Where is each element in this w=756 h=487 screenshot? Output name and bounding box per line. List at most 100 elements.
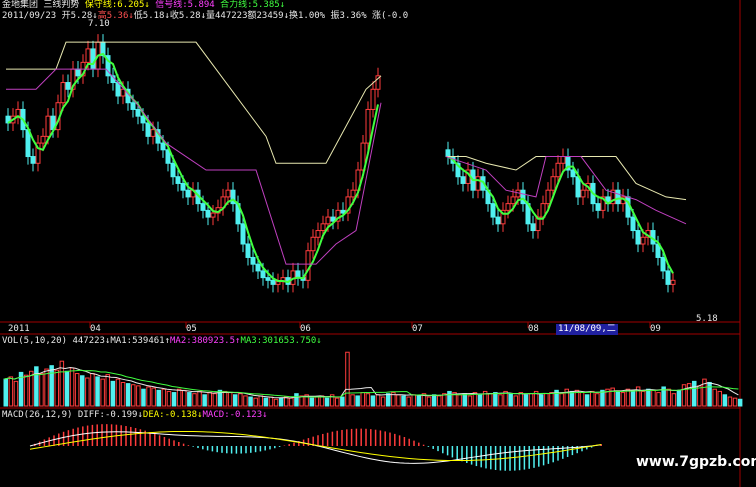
volume-indicator-1: 447223↓ xyxy=(67,336,111,346)
candle-body xyxy=(665,270,671,285)
volume-bar xyxy=(406,396,411,407)
volume-bar xyxy=(355,395,360,407)
volume-bar xyxy=(294,393,299,407)
volume-bar xyxy=(258,395,263,407)
volume-bar xyxy=(737,398,743,407)
volume-bar xyxy=(579,392,585,407)
volume-bar xyxy=(166,390,172,407)
volume-bar xyxy=(539,394,544,407)
volume-bar xyxy=(625,388,631,407)
volume-bar xyxy=(268,396,274,407)
candle-body xyxy=(595,203,601,211)
volume-bar xyxy=(176,388,182,407)
candle-body xyxy=(130,102,136,110)
quote-item-7: ↓换1.00% xyxy=(283,11,326,21)
volume-bar xyxy=(462,393,467,407)
volume-bar xyxy=(717,390,722,407)
volume-bar xyxy=(54,369,59,407)
candle-body xyxy=(510,196,516,205)
volume-bar xyxy=(493,392,498,407)
candle-body xyxy=(305,250,311,281)
macd-indicator-2: DEA:-0.138↓ xyxy=(142,410,203,420)
volume-bar xyxy=(676,389,682,407)
volume-bar xyxy=(380,396,386,407)
candle-body xyxy=(580,189,586,198)
volume-bar xyxy=(523,394,529,407)
volume-bar xyxy=(23,374,29,407)
volume-bar xyxy=(278,397,284,407)
volume-bar xyxy=(467,395,473,407)
candle-body xyxy=(315,230,321,238)
volume-indicator-2: MA1:539461↑ xyxy=(110,336,170,346)
candle-body xyxy=(210,212,216,218)
candle-body xyxy=(240,223,246,245)
volume-bar xyxy=(110,380,116,407)
candle-body xyxy=(75,68,81,77)
candle-body xyxy=(185,189,191,198)
quote-item-4: 收5.28↓ xyxy=(169,11,206,21)
volume-bar xyxy=(477,394,483,407)
candle-body xyxy=(65,82,71,90)
volume-bar xyxy=(365,393,371,407)
header-item-4: 合力线:5.385↓ xyxy=(214,0,286,10)
volume-bar xyxy=(651,389,656,407)
x-axis: 2011 04 05 06 07 08 09 11/08/09,二 xyxy=(0,324,756,335)
volume-indicator-3: MA2:380923.5↑ xyxy=(170,336,241,346)
volume-bar xyxy=(187,392,192,407)
volume-bar xyxy=(248,396,253,407)
candle-body xyxy=(145,122,151,137)
candle-body xyxy=(575,176,581,198)
volume-bar xyxy=(253,397,258,407)
candle-body xyxy=(60,82,66,104)
volume-bar xyxy=(8,376,14,407)
macd-indicator-0: MACD(26,12,9) xyxy=(2,410,73,420)
volume-bar xyxy=(727,396,733,407)
volume-indicator-4: MA3:301653.750↓ xyxy=(240,336,322,346)
volume-bar xyxy=(590,390,595,407)
volume-bar xyxy=(411,394,416,407)
volume-bar xyxy=(233,394,238,407)
volume-bar xyxy=(345,351,350,407)
volume-bar xyxy=(401,395,406,407)
volume-bar xyxy=(549,392,554,407)
volume-bar xyxy=(518,392,524,407)
volume-bar xyxy=(488,393,493,407)
volume-bar xyxy=(528,393,534,407)
candle-body xyxy=(260,270,266,279)
volume-bar xyxy=(13,380,19,407)
volume-bar xyxy=(686,383,692,407)
volume-bar xyxy=(212,393,218,407)
volume-bar xyxy=(192,393,197,407)
volume-bar xyxy=(289,397,294,407)
volume-bar xyxy=(69,367,75,407)
candle-body xyxy=(635,230,641,245)
volume-bar xyxy=(141,388,146,407)
stock-chart-window: { "header": { "line1": [ {"t":"金地集团","c"… xyxy=(0,0,756,487)
volume-bar xyxy=(273,398,279,407)
volume-bar xyxy=(431,394,437,407)
candle-body xyxy=(205,209,211,218)
candle-body xyxy=(475,176,481,191)
volume-bar xyxy=(222,390,228,407)
header-item-0: 金地集团 xyxy=(2,0,39,10)
volume-bar xyxy=(447,390,452,407)
quote-item-5: 量447223 xyxy=(205,11,248,21)
candle-body xyxy=(90,48,96,70)
quote-item-8: 振3.36% xyxy=(325,11,367,21)
volume-bar xyxy=(238,393,243,407)
header-item-3: 信号线:5.894 xyxy=(149,0,215,10)
volume-bar xyxy=(508,393,513,407)
x-tick-1: 04 xyxy=(90,324,101,334)
volume-bar xyxy=(64,370,70,407)
volume-bar xyxy=(620,392,626,407)
candle-body xyxy=(295,270,301,279)
volume-bar xyxy=(284,396,289,407)
volume-bar xyxy=(3,378,8,407)
candle-body xyxy=(350,189,356,198)
volume-bar xyxy=(671,393,677,407)
volume-header: VOL(5,10,20) 447223↓MA1:539461↑MA2:38092… xyxy=(2,336,322,347)
x-tick-0: 2011 xyxy=(8,324,30,334)
volume-bar xyxy=(646,388,651,407)
quote-item-0: 2011/09/23 xyxy=(2,11,57,21)
volume-bar xyxy=(335,397,340,407)
